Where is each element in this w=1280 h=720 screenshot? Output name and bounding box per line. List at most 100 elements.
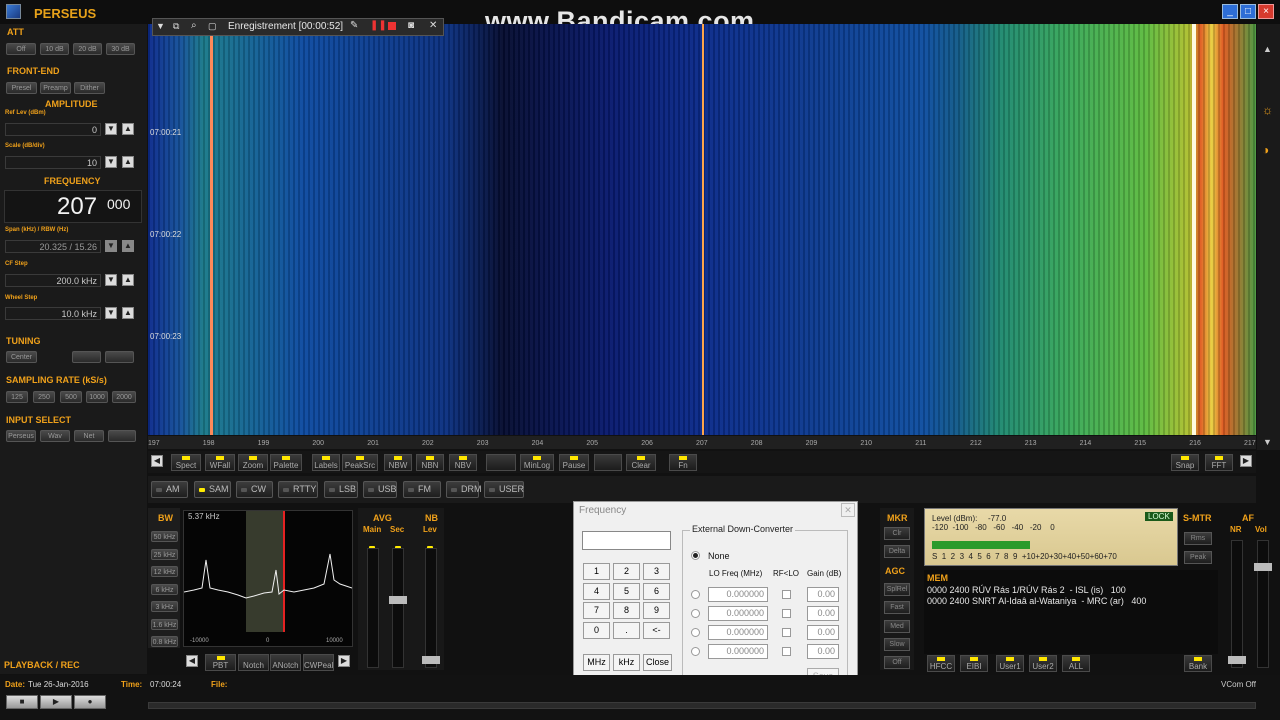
input-perseus-button[interactable]: Perseus — [6, 430, 36, 442]
filter-right-arrow[interactable]: ▶ — [338, 655, 350, 667]
mkr-delta-button[interactable]: Delta — [884, 545, 910, 558]
camera-icon[interactable]: ◙ — [408, 20, 414, 31]
playback-progress[interactable] — [148, 702, 1256, 709]
tuning-button-3[interactable] — [105, 351, 134, 363]
nb-slider[interactable] — [425, 548, 437, 668]
cfstep-up-arrow[interactable]: ▲ — [122, 274, 134, 286]
mkr-clr-button[interactable]: Clr — [884, 527, 910, 540]
mhz-button[interactable]: MHz — [583, 654, 610, 671]
tuning-center-button[interactable]: Center — [6, 351, 37, 363]
mode-user-button[interactable]: USER — [484, 481, 524, 498]
toolbar-left-arrow[interactable]: ◀ — [151, 455, 163, 467]
recording-close-icon[interactable]: ✕ — [429, 20, 437, 31]
reflev-up-arrow[interactable]: ▲ — [122, 123, 134, 135]
gain-field[interactable]: 0.00 — [807, 644, 839, 659]
key-button[interactable]: 1 — [583, 563, 610, 580]
mode-usb-button[interactable]: USB — [363, 481, 397, 498]
toolbar-button-nbv[interactable]: NBV — [449, 454, 477, 471]
filter-notch-button[interactable]: Notch — [238, 654, 269, 671]
mem-panel[interactable] — [924, 570, 1218, 654]
agc-slow-button[interactable]: Slow — [884, 638, 910, 651]
edc-row-radio[interactable] — [691, 590, 700, 599]
region-icon[interactable]: ▢ — [208, 21, 217, 32]
toolbar-button-peaksrc[interactable]: PeakSrc — [342, 454, 378, 471]
window-icon[interactable]: ⧉ — [173, 21, 179, 32]
contrast-icon[interactable]: ◑ — [1262, 143, 1269, 157]
mem-eibi-button[interactable]: EIBI — [960, 655, 988, 672]
agc-splrel-button[interactable]: SplRel — [884, 583, 910, 596]
toolbar-button-pause[interactable]: Pause — [559, 454, 589, 471]
menu-arrow-icon[interactable]: ▼ — [156, 21, 165, 31]
sampling-125-button[interactable]: 125 — [6, 391, 28, 403]
input-net-button[interactable]: Net — [74, 430, 104, 442]
rf-lo-checkbox[interactable] — [782, 609, 791, 618]
filter-cwpeak-button[interactable]: CWPeak — [303, 654, 334, 671]
pause-icon[interactable]: ❚❚ — [370, 20, 387, 31]
sampling-250-button[interactable]: 250 — [33, 391, 55, 403]
gain-field[interactable]: 0.00 — [807, 587, 839, 602]
dither-button[interactable]: Dither — [74, 82, 105, 94]
wheelstep-up-arrow[interactable]: ▲ — [122, 307, 134, 319]
sampling-2000-button[interactable]: 2000 — [112, 391, 136, 403]
gain-field[interactable]: 0.00 — [807, 606, 839, 621]
cfstep-down-arrow[interactable]: ▼ — [105, 274, 117, 286]
rf-lo-checkbox[interactable] — [782, 628, 791, 637]
lo-freq-field[interactable]: 0.000000 — [708, 606, 768, 621]
toolbar-button-nbw[interactable]: NBW — [384, 454, 412, 471]
rf-lo-checkbox[interactable] — [782, 590, 791, 599]
toolbar-button-palette[interactable]: Palette — [270, 454, 302, 471]
mode-sam-button[interactable]: SAM — [194, 481, 231, 498]
lo-freq-field[interactable]: 0.000000 — [708, 625, 768, 640]
record-button[interactable]: ● — [74, 695, 106, 709]
bw-button[interactable]: 3 kHz — [151, 601, 178, 612]
dialog-close-button[interactable]: Close — [643, 654, 672, 671]
reflev-field[interactable]: 0 — [5, 123, 101, 136]
lo-freq-field[interactable]: 0.000000 — [708, 587, 768, 602]
filter-pbt-button[interactable]: PBT — [205, 654, 236, 671]
input-wav-button[interactable]: Wav — [40, 430, 70, 442]
scroll-up-icon[interactable]: ▲ — [1263, 44, 1272, 54]
input-button-4[interactable] — [108, 430, 136, 442]
toolbar-right-arrow[interactable]: ▶ — [1240, 455, 1252, 467]
search-icon[interactable]: ⌕ — [191, 20, 197, 31]
scroll-down-icon[interactable]: ▼ — [1263, 437, 1272, 447]
peak-button[interactable]: Peak — [1184, 551, 1212, 564]
vol-slider[interactable] — [1257, 540, 1269, 668]
bw-button[interactable]: 50 kHz — [151, 531, 178, 542]
rms-button[interactable]: Rms — [1184, 532, 1212, 545]
toolbar-button-wfall[interactable]: WFall — [205, 454, 235, 471]
filter-anotch-button[interactable]: ANotch — [270, 654, 301, 671]
toolbar-button-fn[interactable]: Fn — [669, 454, 697, 471]
key-button[interactable]: <- — [643, 621, 670, 639]
att-20db-button[interactable]: 20 dB — [73, 43, 102, 55]
bw-button[interactable]: 1.6 kHz — [151, 618, 178, 630]
scale-field[interactable]: 10 — [5, 156, 101, 169]
wheelstep-down-arrow[interactable]: ▼ — [105, 307, 117, 319]
nb-knob[interactable] — [422, 656, 440, 664]
key-button[interactable]: 7 — [583, 602, 610, 619]
mem-user2-button[interactable]: User2 — [1029, 655, 1057, 672]
pencil-icon[interactable]: ✎ — [350, 20, 358, 31]
key-button[interactable]: 8 — [613, 602, 640, 619]
key-button[interactable]: 2 — [613, 563, 640, 580]
avg-sec-slider[interactable] — [392, 548, 404, 668]
agc-med-button[interactable]: Med — [884, 620, 910, 633]
rf-lo-checkbox[interactable] — [782, 647, 791, 656]
toolbar-button-blank[interactable] — [486, 454, 516, 471]
bw-button[interactable]: 0.8 kHz — [151, 636, 178, 647]
toolbar-button-nbn[interactable]: NBN — [416, 454, 444, 471]
mode-lsb-button[interactable]: LSB — [324, 481, 358, 498]
mem-row-2[interactable]: 0000 2400 SNRT Al-Idaâ al-Wataniya - MRC… — [927, 596, 1146, 606]
att-off-button[interactable]: Off — [6, 43, 36, 55]
scale-up-arrow[interactable]: ▲ — [122, 156, 134, 168]
att-10db-button[interactable]: 10 dB — [40, 43, 69, 55]
mem-all-button[interactable]: ALL — [1062, 655, 1090, 672]
toolbar-button-blank[interactable] — [594, 454, 622, 471]
avg-sec-knob[interactable] — [389, 596, 407, 604]
key-button[interactable]: 5 — [613, 582, 640, 600]
agc-fast-button[interactable]: Fast — [884, 601, 910, 614]
toolbar-button-minlog[interactable]: MinLog — [520, 454, 554, 471]
close-button[interactable]: × — [1258, 4, 1274, 19]
frequency-input[interactable] — [582, 531, 671, 550]
sampling-1000-button[interactable]: 1000 — [86, 391, 108, 403]
